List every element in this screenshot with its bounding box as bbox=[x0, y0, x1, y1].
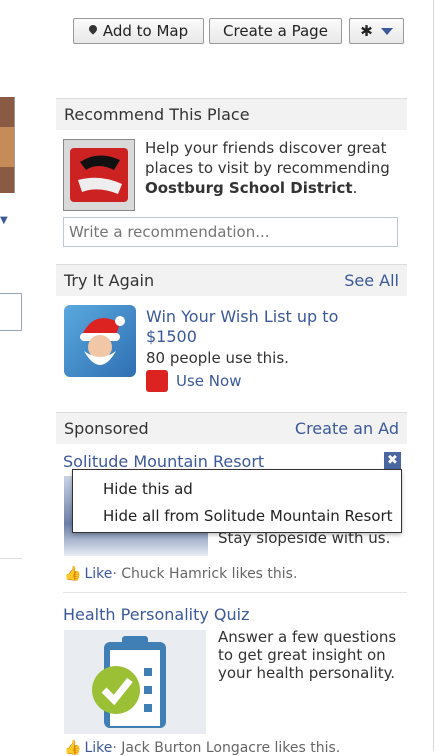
left-column-input[interactable] bbox=[0, 293, 22, 331]
place-name[interactable]: Oostburg School District bbox=[145, 179, 353, 197]
add-to-map-button[interactable]: Add to Map bbox=[73, 18, 204, 44]
chevron-down-icon[interactable]: ▼ bbox=[0, 215, 8, 226]
like-link[interactable]: Like bbox=[84, 740, 112, 756]
ad-image[interactable] bbox=[64, 630, 206, 734]
gear-icon: ✱ bbox=[360, 22, 373, 40]
try-again-title: Try It Again bbox=[64, 271, 155, 290]
settings-menu-button[interactable]: ✱ bbox=[349, 18, 404, 44]
recommendation-input[interactable] bbox=[63, 217, 398, 247]
left-column-photo[interactable] bbox=[0, 97, 15, 193]
chevron-down-icon bbox=[380, 27, 393, 35]
ad-title-link[interactable]: Health Personality Quiz bbox=[63, 605, 250, 624]
ad-social-context: 👍 Like· Jack Burton Longacre likes this. bbox=[64, 740, 341, 756]
create-page-label: Create a Page bbox=[223, 22, 328, 40]
school-logo[interactable] bbox=[63, 139, 135, 211]
app-title-link[interactable]: Win Your Wish List up to $1500 bbox=[146, 307, 386, 347]
hide-all-menu-item[interactable]: Hide all from Solitude Mountain Resort bbox=[103, 507, 393, 525]
column-border bbox=[433, 0, 434, 751]
use-now-link[interactable]: Use Now bbox=[176, 372, 241, 390]
close-icon[interactable]: ✖ bbox=[384, 452, 401, 469]
like-link[interactable]: Like bbox=[84, 566, 112, 582]
create-page-button[interactable]: Create a Page bbox=[209, 18, 342, 44]
sponsored-title: Sponsored bbox=[64, 419, 149, 438]
divider bbox=[0, 558, 22, 559]
thumbs-up-icon: 👍 bbox=[64, 740, 82, 756]
add-to-map-label: Add to Map bbox=[102, 22, 189, 40]
santa-mini-icon bbox=[146, 370, 168, 392]
thumbs-up-icon: 👍 bbox=[64, 566, 82, 582]
recommend-title: Recommend This Place bbox=[64, 105, 250, 124]
ad-social-context: 👍 Like· Chuck Hamrick likes this. bbox=[64, 566, 298, 582]
recommend-header: Recommend This Place bbox=[56, 98, 407, 130]
app-user-count: 80 people use this. bbox=[146, 349, 289, 367]
sponsored-header: Sponsored Create an Ad bbox=[56, 412, 407, 444]
map-pin-icon bbox=[87, 23, 99, 35]
divider bbox=[63, 592, 407, 593]
see-all-link[interactable]: See All bbox=[344, 271, 399, 290]
ad-text: Answer a few questions to get great insi… bbox=[218, 628, 397, 682]
hide-ad-menu-item[interactable]: Hide this ad bbox=[103, 480, 193, 498]
create-ad-link[interactable]: Create an Ad bbox=[295, 419, 399, 438]
try-again-header: Try It Again See All bbox=[56, 264, 407, 296]
ad-options-menu: Hide this ad Hide all from Solitude Moun… bbox=[72, 469, 402, 533]
recommend-description: Help your friends discover great places … bbox=[145, 139, 390, 197]
santa-app-icon[interactable] bbox=[64, 305, 136, 377]
